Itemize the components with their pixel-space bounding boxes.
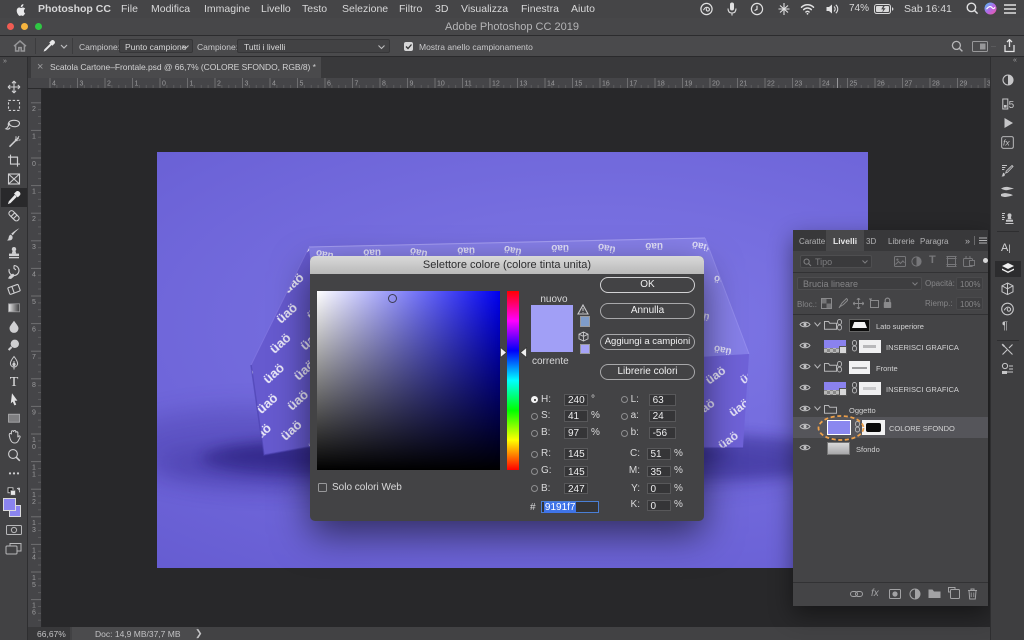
svg-text:4: 4 [32,554,36,561]
svg-text:4: 4 [52,81,56,88]
svg-text:18: 18 [657,81,665,88]
svg-text:1: 1 [135,81,139,88]
svg-text:fx: fx [1003,138,1010,148]
svg-text:1: 1 [32,603,36,610]
svg-text:3: 3 [32,244,36,251]
svg-text:8: 8 [32,382,36,389]
svg-text:3: 3 [80,81,84,88]
svg-text:üaö: üaö [269,249,287,260]
svg-text:9: 9 [32,409,36,416]
svg-text:2: 2 [107,81,111,88]
svg-text:24: 24 [822,81,830,88]
svg-text:9: 9 [410,81,414,88]
svg-text:1: 1 [32,437,36,444]
svg-text:22: 22 [767,81,775,88]
svg-text:16: 16 [602,81,610,88]
svg-text:5: 5 [32,582,36,589]
svg-text:üaö: üaö [739,307,757,318]
svg-text:üaö: üaö [761,342,779,353]
svg-text:23: 23 [795,81,803,88]
svg-text:7: 7 [355,81,359,88]
svg-text:0: 0 [162,81,166,88]
svg-text:5: 5 [300,81,304,88]
svg-text:üaö: üaö [457,244,475,255]
svg-text:15: 15 [575,81,583,88]
svg-text:2: 2 [217,81,221,88]
svg-text:3: 3 [245,81,249,88]
svg-text:6: 6 [32,610,36,617]
svg-text:üaö: üaö [645,240,663,251]
svg-text:13: 13 [520,81,528,88]
svg-text:5: 5 [32,299,36,306]
svg-text:6: 6 [32,327,36,334]
svg-text:T: T [10,375,19,390]
svg-text:17: 17 [630,81,638,88]
svg-text:7: 7 [32,354,36,361]
svg-text:1: 1 [32,575,36,582]
svg-text:8: 8 [382,81,386,88]
svg-text:1: 1 [32,465,36,472]
svg-text:20: 20 [712,81,720,88]
svg-text:28: 28 [932,81,940,88]
svg-text:üaö: üaö [761,272,779,283]
svg-text:2: 2 [32,106,36,113]
svg-text:25: 25 [850,81,858,88]
svg-text:0: 0 [32,161,36,168]
svg-text:üaö: üaö [551,242,569,253]
svg-text:14: 14 [547,81,555,88]
svg-text:1: 1 [32,133,36,140]
svg-text:2: 2 [32,499,36,506]
svg-text:üaö: üaö [739,238,757,249]
svg-text:19: 19 [685,81,693,88]
svg-text:3: 3 [32,527,36,534]
svg-text:5: 5 [1009,100,1014,110]
svg-text:10: 10 [437,81,445,88]
svg-text:4: 4 [272,81,276,88]
svg-text:29: 29 [960,81,968,88]
svg-text:11: 11 [465,81,472,88]
svg-text:0: 0 [32,444,36,451]
svg-text:2: 2 [32,216,36,223]
svg-text:21: 21 [740,81,748,88]
svg-text:1: 1 [32,189,36,196]
svg-text:26: 26 [877,81,885,88]
svg-text:1: 1 [32,492,36,499]
svg-text:6: 6 [327,81,331,88]
svg-text:27: 27 [905,81,913,88]
svg-text:12: 12 [492,81,500,88]
svg-text:4: 4 [32,271,36,278]
svg-text:1: 1 [32,520,36,527]
svg-text:1: 1 [32,547,36,554]
svg-text:1: 1 [190,81,194,88]
svg-text:1: 1 [32,472,36,479]
